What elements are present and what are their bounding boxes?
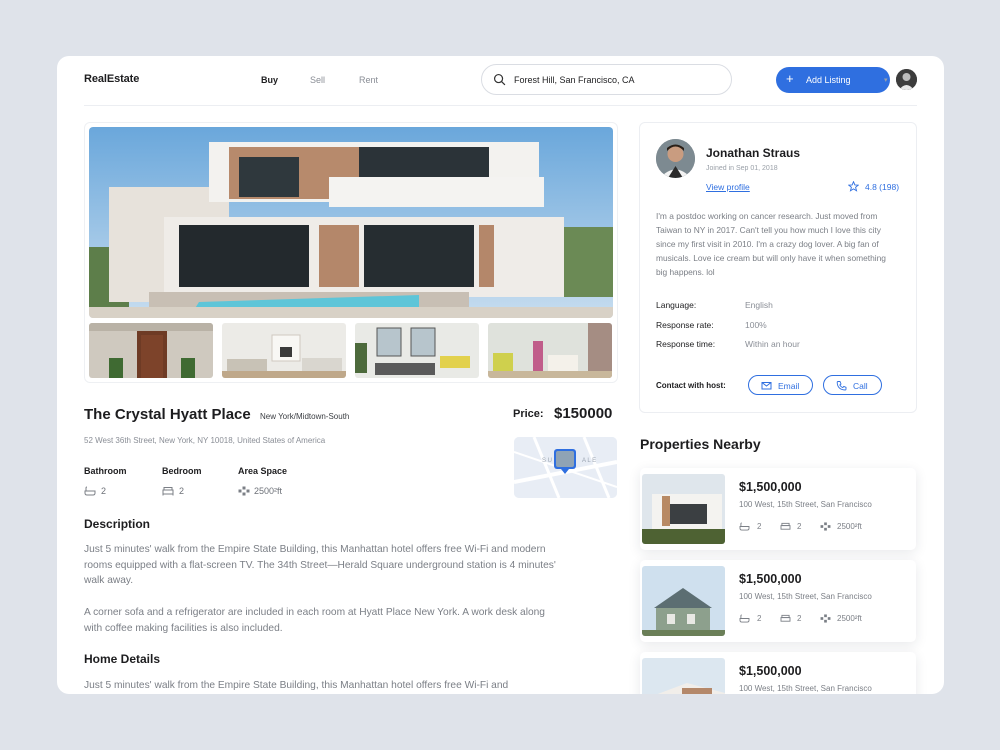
search-input[interactable]: Forest Hill, San Francisco, CA [514, 75, 635, 85]
description-paragraph: Just 5 minutes' walk from the Empire Sta… [84, 544, 556, 586]
host-joined-date: Joined in Sep 01, 2018 [706, 165, 778, 172]
svg-text:A L E: A L E [582, 458, 596, 464]
nearby-property-photo [642, 566, 725, 636]
price-label: Price: [513, 408, 544, 420]
add-listing-button[interactable]: + Add Listing [776, 67, 890, 93]
nearby-property-card[interactable]: $1,500,000 100 West, 15th Street, San Fr… [640, 652, 916, 694]
area-value: 2500²ft [254, 486, 283, 496]
description-heading: Description [84, 517, 151, 531]
bathtub-icon [739, 614, 750, 623]
bed-icon [162, 487, 174, 496]
rating-value: 4.8 (198) [865, 182, 900, 192]
nearby-area: 2500²ft [837, 522, 862, 531]
nearby-area: 2500²ft [837, 614, 862, 623]
bathtub-icon [84, 486, 96, 496]
property-title: The Crystal Hyatt Place [84, 406, 251, 423]
bedroom-label: Bedroom [162, 466, 202, 476]
plus-icon: + [786, 71, 794, 86]
response-rate-label: Response rate: [656, 320, 714, 330]
nearby-address: 100 West, 15th Street, San Francisco [739, 500, 872, 509]
view-profile-link[interactable]: View profile [706, 182, 750, 192]
language-value: English [745, 300, 773, 310]
nearby-address: 100 West, 15th Street, San Francisco [739, 592, 872, 601]
home-details-heading: Home Details [84, 652, 161, 666]
area-icon [238, 486, 250, 496]
response-time-value: Within an hour [745, 339, 800, 349]
bed-icon [780, 614, 791, 622]
nearby-heading: Properties Nearby [640, 436, 761, 452]
nearby-property-card[interactable]: $1,500,000 100 West, 15th Street, San Fr… [640, 560, 916, 642]
call-button[interactable]: Call [823, 375, 882, 395]
nearby-address: 100 West, 15th Street, San Francisco [739, 684, 872, 693]
location-map[interactable]: S U A L E [514, 437, 617, 498]
language-label: Language: [656, 300, 697, 310]
thumbnail-photo[interactable] [488, 323, 612, 378]
nearby-price: $1,500,000 [739, 572, 802, 586]
nearby-bed-count: 2 [797, 614, 802, 623]
area-icon [820, 614, 831, 623]
user-avatar[interactable] [896, 69, 917, 90]
top-navbar: RealEstate Buy Sell Rent Forest Hill, Sa… [84, 56, 917, 106]
host-name: Jonathan Straus [706, 146, 801, 160]
bed-icon [780, 522, 791, 530]
email-button[interactable]: Email [748, 375, 813, 395]
thumbnail-photo[interactable] [222, 323, 346, 378]
nearby-price: $1,500,000 [739, 664, 802, 678]
response-time-label: Response time: [656, 339, 716, 349]
description-paragraph: A corner sofa and a refrigerator are inc… [84, 607, 545, 634]
nearby-property-photo [642, 658, 725, 694]
nearby-price: $1,500,000 [739, 480, 802, 494]
property-location: New York/Midtown-South [260, 412, 350, 421]
bathtub-icon [739, 522, 750, 531]
thumbnail-photo[interactable] [89, 323, 213, 378]
chevron-down-icon[interactable]: ▾ [884, 76, 888, 84]
bedroom-count: 2 [179, 486, 185, 496]
nav-buy[interactable]: Buy [261, 75, 278, 85]
main-property-photo[interactable] [89, 127, 613, 318]
email-label: Email [778, 381, 800, 391]
nearby-bed-count: 2 [797, 522, 802, 531]
home-details-paragraph: Just 5 minutes' walk from the Empire Sta… [84, 680, 509, 691]
contact-label: Contact with host: [656, 381, 726, 390]
response-rate-value: 100% [745, 320, 767, 330]
nav-sell[interactable]: Sell [310, 75, 325, 85]
add-listing-label: Add Listing [806, 75, 851, 85]
phone-icon [836, 381, 847, 391]
star-icon [848, 181, 859, 192]
nav-rent[interactable]: Rent [359, 75, 378, 85]
bathroom-count: 2 [101, 486, 107, 496]
search-icon [493, 73, 506, 86]
nearby-property-photo [642, 474, 725, 544]
search-bar[interactable]: Forest Hill, San Francisco, CA [481, 64, 732, 95]
host-avatar [656, 139, 695, 178]
nearby-property-card[interactable]: $1,500,000 100 West, 15th Street, San Fr… [640, 468, 916, 550]
host-card: Jonathan Straus Joined in Sep 01, 2018 V… [639, 122, 917, 413]
nearby-bath-count: 2 [757, 614, 762, 623]
svg-text:S U: S U [542, 458, 552, 464]
app-window: RealEstate Buy Sell Rent Forest Hill, Sa… [57, 56, 944, 694]
bathroom-label: Bathroom [84, 466, 127, 476]
mail-icon [761, 382, 772, 390]
area-icon [820, 522, 831, 531]
host-bio: I'm a postdoc working on cancer research… [656, 211, 886, 277]
property-address: 52 West 36th Street, New York, NY 10018,… [84, 436, 326, 445]
thumbnail-photo[interactable] [355, 323, 479, 378]
call-label: Call [853, 381, 868, 391]
app-logo[interactable]: RealEstate [84, 73, 139, 85]
property-price: $150000 [554, 405, 613, 422]
thumbnail-strip [89, 323, 613, 378]
area-label: Area Space [238, 466, 288, 476]
nearby-bath-count: 2 [757, 522, 762, 531]
